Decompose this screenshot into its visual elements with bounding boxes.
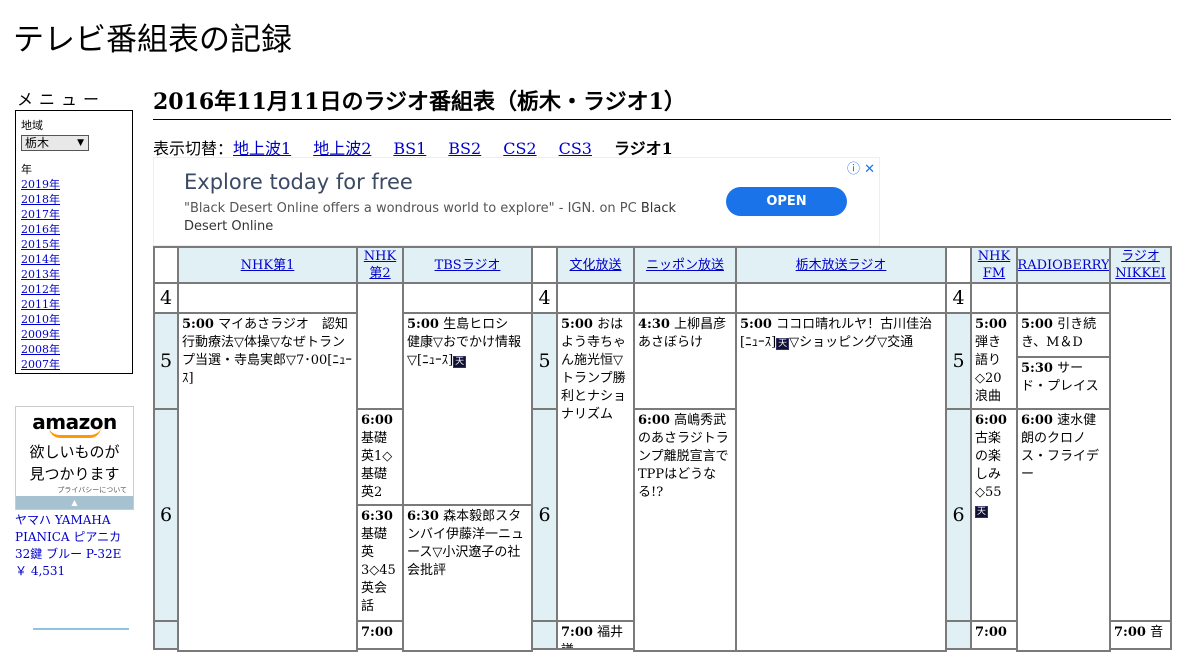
chevron-down-icon: ▼ <box>77 138 84 148</box>
program-slot-empty <box>970 282 1018 314</box>
year-link-2017[interactable]: 2017年 <box>21 207 127 222</box>
hour-label-7 <box>531 620 558 650</box>
amazon-logo: amazon <box>32 410 117 434</box>
amazon-ad[interactable]: amazon 欲しいものが 見つかります プライバシーについて ▲ <box>15 406 134 510</box>
program-slot-empty <box>1109 282 1172 622</box>
header-gap <box>531 246 558 284</box>
switch-current: ラジオ1 <box>613 139 673 158</box>
product-link[interactable]: ヤマハ YAMAHA PIANICA ピアニカ 32鍵 ブルー P-32E <box>15 512 135 563</box>
channel-header-bunka[interactable]: 文化放送 <box>556 246 635 284</box>
weather-tag-icon: 天 <box>776 338 790 350</box>
weather-tag-icon: 天 <box>975 506 989 518</box>
hour-label-4: 4 <box>153 282 179 314</box>
channel-header-nhk1[interactable]: NHK第1 <box>177 246 358 284</box>
year-link-2008[interactable]: 2008年 <box>21 342 127 357</box>
channel-header-radioberry[interactable]: RADIOBERRY <box>1016 246 1111 284</box>
ad-description: "Black Desert Online offers a wondrous w… <box>184 201 677 234</box>
program-nippon-0600[interactable]: 6:00 高嶋秀武のあさラジトランプ離脱宣言でTPPはどうなる!? <box>633 408 737 652</box>
page-heading: 2016年11月11日のラジオ番組表（栃木・ラジオ1） <box>153 84 1171 120</box>
ad-open-button[interactable]: OPEN <box>726 187 847 216</box>
ad-info-close-icon[interactable]: ⓘ ✕ <box>847 158 875 177</box>
year-link-2011[interactable]: 2011年 <box>21 297 127 312</box>
switch-link-cs3[interactable]: CS3 <box>559 139 592 158</box>
channel-header-tochigi[interactable]: 栃木放送ラジオ <box>735 246 947 284</box>
program-tbs-0500[interactable]: 5:00 生島ヒロシ 健康▽おでかけ情報▽[ﾆｭｰｽ] 天 <box>402 312 533 506</box>
hour-label-6: 6 <box>945 408 972 622</box>
ad-headline[interactable]: Explore today for free <box>184 170 413 194</box>
program-slot-empty <box>735 282 947 314</box>
program-slot-empty <box>402 282 533 314</box>
site-title[interactable]: テレビ番組表の記録 <box>13 14 292 59</box>
header-corner <box>153 246 179 284</box>
program-nhkfm-0700[interactable]: 7:00 <box>970 620 1018 650</box>
program-tochigi-0500[interactable]: 5:00 ココロ晴れルヤ！古川佳治[ﾆｭｰｽ] 天 ▽ショッピング▽交通 <box>735 312 947 652</box>
menu-title: メニュー <box>17 90 106 109</box>
year-label: 年 <box>21 163 32 176</box>
region-value: 栃木 <box>25 136 50 150</box>
channel-header-nhkfm[interactable]: NHK FM <box>970 246 1018 284</box>
hour-label-6: 6 <box>153 408 179 622</box>
view-switcher: 表示切替：地上波1 地上波2 BS1 BS2 CS2 CS3 ラジオ1 <box>153 135 673 159</box>
channel-header-nippon[interactable]: ニッポン放送 <box>633 246 737 284</box>
ad-privacy-link[interactable]: プライバシーについて <box>16 485 133 495</box>
year-link-2016[interactable]: 2016年 <box>21 222 127 237</box>
program-nhkfm-0500[interactable]: 5:00弾き語り◇20浪曲再 <box>970 312 1018 410</box>
program-nhk2-0600[interactable]: 6:00 基礎英1◇基礎英2 <box>356 408 404 506</box>
hour-label-6: 6 <box>531 408 558 622</box>
program-nhk2-0700[interactable]: 7:00 <box>356 620 404 650</box>
program-nhkfm-0600[interactable]: 6:00 古楽の楽しみ◇55天 <box>970 408 1018 622</box>
program-nikkei-0700[interactable]: 7:00 音 <box>1109 620 1172 650</box>
program-bunka-0700[interactable]: 7:00 福井謙 <box>556 620 635 650</box>
header-gap-2 <box>945 246 972 284</box>
program-nhk1-0500[interactable]: 5:00 マイあさラジオ 認知行動療法▽体操▽なぜトランプ当選・寺島実郎▽7･0… <box>177 312 358 652</box>
year-link-2010[interactable]: 2010年 <box>21 312 127 327</box>
ad-banner[interactable]: Explore today for free "Black Desert Onl… <box>153 157 880 246</box>
menu-box: 地域 栃木 ▼ 年 2019年 2018年 2017年 2016年 2015年 … <box>15 110 133 374</box>
program-berry-0530[interactable]: 5:30 サード・プレイス <box>1016 356 1111 410</box>
switch-link-bs2[interactable]: BS2 <box>448 139 481 158</box>
switch-link-terrestrial1[interactable]: 地上波1 <box>233 139 291 158</box>
weather-tag-icon: 天 <box>453 356 467 368</box>
ad-tagline: 欲しいものが 見つかります <box>29 443 120 483</box>
switch-link-terrestrial2[interactable]: 地上波2 <box>313 139 371 158</box>
year-link-2019[interactable]: 2019年 <box>21 177 127 192</box>
chevron-up-icon[interactable]: ▲ <box>16 496 133 509</box>
switch-label: 表示切替： <box>153 139 234 158</box>
year-link-2018[interactable]: 2018年 <box>21 192 127 207</box>
program-bunka-0500[interactable]: 5:00 おはよう寺ちゃん施光恒▽トランプ勝利とナショナリズム <box>556 312 635 622</box>
year-link-2009[interactable]: 2009年 <box>21 327 127 342</box>
hour-label-7 <box>153 620 179 650</box>
program-nippon-0430[interactable]: 4:30 上柳昌彦あさぼらけ <box>633 312 737 410</box>
hour-label-4: 4 <box>531 282 558 314</box>
channel-header-nhk2[interactable]: NHK第2 <box>356 246 404 284</box>
year-link-2014[interactable]: 2014年 <box>21 252 127 267</box>
year-link-2013[interactable]: 2013年 <box>21 267 127 282</box>
program-slot-empty <box>1016 282 1111 314</box>
region-select[interactable]: 栃木 ▼ <box>21 135 89 151</box>
year-link-2015[interactable]: 2015年 <box>21 237 127 252</box>
program-berry-0600[interactable]: 6:00 速水健朗のクロノス・フライデー <box>1016 408 1111 652</box>
switch-link-bs1[interactable]: BS1 <box>393 139 426 158</box>
hour-label-5: 5 <box>945 312 972 410</box>
program-nhk2-0630[interactable]: 6:30 基礎英3◇45英会話 <box>356 504 404 622</box>
year-link-2007[interactable]: 2007年 <box>21 357 127 372</box>
year-link-2012[interactable]: 2012年 <box>21 282 127 297</box>
hour-label-5: 5 <box>531 312 558 410</box>
channel-header-tbs[interactable]: TBSラジオ <box>402 246 533 284</box>
switch-link-cs2[interactable]: CS2 <box>503 139 536 158</box>
program-berry-0500[interactable]: 5:00 引き続き、M＆D <box>1016 312 1111 358</box>
program-grid: NHK第1 NHK第2 TBSラジオ 文化放送 ニッポン放送 栃木放送ラジオ N… <box>153 246 1172 652</box>
hour-label-7 <box>945 620 972 650</box>
program-slot-empty <box>556 282 635 314</box>
product-price[interactable]: ￥ 4,531 <box>15 562 65 579</box>
program-slot-empty <box>177 282 358 314</box>
region-label: 地域 <box>21 119 43 132</box>
channel-header-nikkei[interactable]: ラジオNIKKEI <box>1109 246 1172 284</box>
hour-label-4: 4 <box>945 282 972 314</box>
program-slot-empty <box>633 282 737 314</box>
hour-label-5: 5 <box>153 312 179 410</box>
